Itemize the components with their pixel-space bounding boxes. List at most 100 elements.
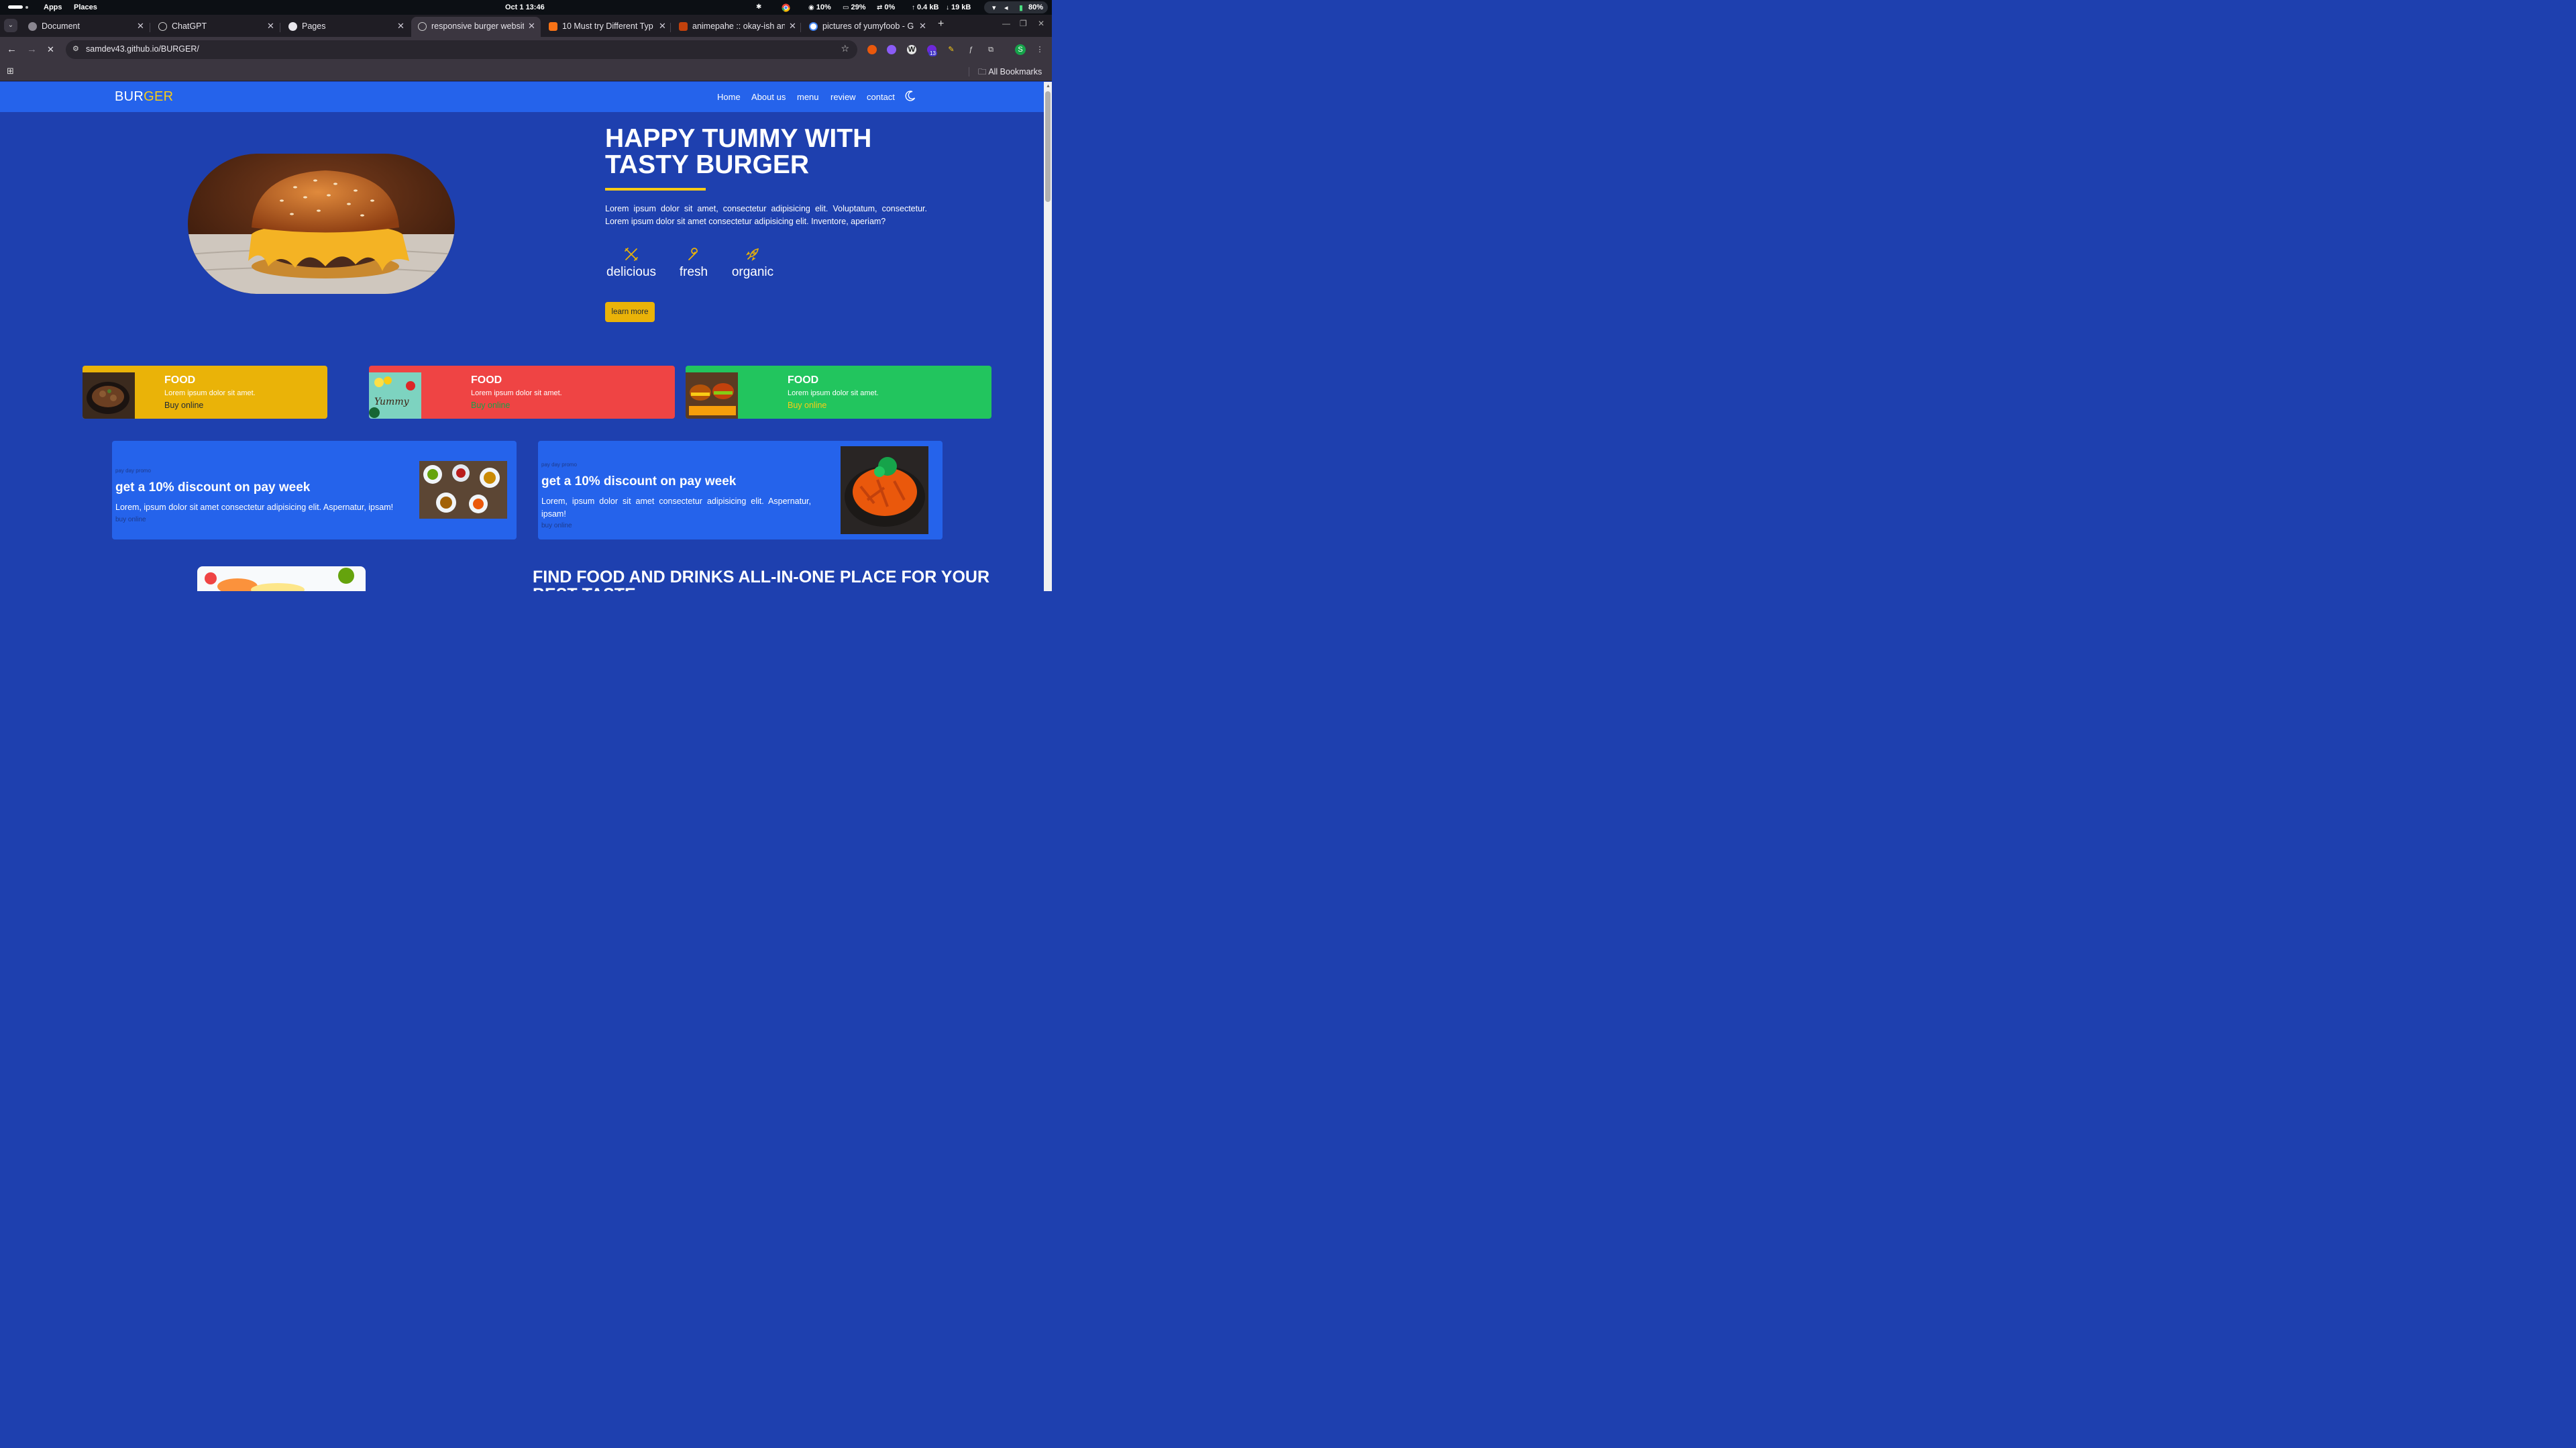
memory-indicator[interactable]: ▭ 29% (843, 3, 865, 11)
tab-pages[interactable]: Pages ✕ (282, 17, 409, 37)
arrow-down-icon: ↓ (946, 3, 949, 11)
learn-more-button[interactable]: learn more (605, 302, 655, 322)
menu-kebab-icon[interactable]: ⋮ (1035, 45, 1044, 54)
forward-icon[interactable]: → (27, 44, 37, 55)
wrench-icon (688, 248, 698, 260)
rocket-icon (746, 248, 759, 261)
site-header: BURGER Home About us menu review contact (0, 82, 1044, 112)
system-top-bar: Apps Places Oct 1 13:46 ✱ ◉ 10% ▭ 29% ⇄ 0% … (0, 0, 1052, 15)
extension-cloud-icon[interactable] (887, 45, 896, 54)
download-indicator[interactable]: ↓ 19 kB (946, 3, 971, 11)
nav-contact[interactable]: contact (867, 92, 895, 102)
workspace-dot[interactable] (25, 6, 28, 9)
nav-review[interactable]: review (830, 92, 856, 102)
back-icon[interactable]: ← (7, 44, 17, 55)
extension-pen-icon[interactable]: ✎ (947, 45, 956, 54)
google-icon (809, 22, 818, 31)
tab-search-button[interactable]: ⌄ (4, 19, 17, 32)
minimize-icon[interactable]: — (1002, 19, 1010, 28)
github-icon (288, 22, 297, 31)
scrollbar-thumb[interactable] (1045, 91, 1051, 202)
tab-google-images[interactable]: pictures of yumyfoob - G ✕ (802, 17, 931, 37)
tab-burger-website[interactable]: responsive burger websit ✕ (411, 17, 541, 37)
close-tab-icon[interactable]: ✕ (397, 21, 405, 32)
workspace-indicator[interactable] (8, 5, 23, 9)
buy-online-link[interactable]: Buy online (164, 401, 203, 410)
extension-badge-count: 13 (928, 50, 937, 56)
close-tab-icon[interactable]: ✕ (789, 21, 796, 32)
buy-online-link[interactable]: buy online (541, 522, 572, 529)
food-card: FOOD Lorem ipsum dolor sit amet. Buy onl… (686, 366, 991, 419)
buy-online-link[interactable]: buy online (115, 516, 146, 523)
profile-avatar[interactable]: S (1015, 44, 1026, 55)
page-scrollbar[interactable]: ▲ (1044, 82, 1052, 591)
system-status-menu[interactable]: ▾ ◂ ▮ 80% (984, 1, 1048, 13)
promo-image (841, 446, 928, 534)
volume-icon: ◂ (1004, 4, 1008, 12)
food-card: Yummy FOOD Lorem ipsum dolor sit amet. B… (369, 366, 675, 419)
apps-grid-icon[interactable]: ⊞ (7, 66, 14, 76)
hero-title: HAPPY TUMMY WITH TASTY BURGER (605, 124, 872, 179)
swap-indicator[interactable]: ⇄ 0% (877, 3, 895, 11)
svg-text:Yummy: Yummy (374, 397, 410, 407)
feature-organic: organic (731, 246, 775, 280)
stop-loading-icon[interactable]: ✕ (47, 44, 54, 55)
extension-fox-icon[interactable] (867, 45, 877, 54)
nav-menu[interactable]: menu (797, 92, 819, 102)
battery-icon: ▮ (1019, 4, 1024, 12)
promo-card: pay day promo get a 10% discount on pay … (112, 441, 517, 539)
extensions-puzzle-icon[interactable]: ⧉ (986, 45, 996, 54)
bookmark-star-icon[interactable]: ☆ (841, 43, 849, 54)
cpu-indicator[interactable]: ◉ 10% (808, 3, 831, 11)
apps-menu[interactable]: Apps (44, 3, 62, 11)
find-food-heading-line2: BEST TASTE (533, 585, 636, 591)
all-bookmarks-button[interactable]: 🗀 All Bookmarks (978, 66, 1042, 80)
dark-mode-moon-icon[interactable] (904, 90, 916, 102)
swap-icon: ⇄ (877, 3, 883, 11)
site-logo[interactable]: BURGER (115, 89, 173, 105)
close-tab-icon[interactable]: ✕ (528, 21, 535, 32)
scroll-up-arrow-icon[interactable]: ▲ (1046, 84, 1051, 89)
bookmarks-bar: ⊞ 🗀 All Bookmarks (0, 62, 1052, 81)
web-page: BURGER Home About us menu review contact (0, 82, 1044, 591)
folder-icon: 🗀 (978, 67, 987, 76)
tab-document[interactable]: Document ✕ (21, 17, 149, 37)
food-card: FOOD Lorem ipsum dolor sit amet. Buy onl… (83, 366, 327, 419)
wifi-icon: ▾ (992, 4, 996, 12)
close-tab-icon[interactable]: ✕ (137, 21, 144, 32)
promo-image (419, 461, 507, 519)
extension-fx-icon[interactable]: ƒ (966, 45, 975, 54)
site-info-icon[interactable]: ⚙ (72, 44, 79, 53)
nav-home[interactable]: Home (717, 92, 741, 102)
buy-online-link[interactable]: Buy online (788, 401, 826, 410)
food-card-image (83, 372, 135, 419)
animepahe-icon (679, 22, 688, 31)
chrome-tray-icon[interactable] (782, 3, 790, 12)
close-tab-icon[interactable]: ✕ (267, 21, 274, 32)
food-card-image (686, 372, 738, 419)
url-text[interactable]: samdev43.github.io/BURGER/ (86, 44, 199, 54)
tab-animepahe[interactable]: animepahe :: okay-ish an ✕ (672, 17, 800, 37)
tab-burger-types[interactable]: 10 Must try Different Typ ✕ (542, 17, 669, 37)
bluetooth-icon[interactable]: ✱ (756, 3, 761, 11)
tab-chatgpt[interactable]: ChatGPT ✕ (152, 17, 279, 37)
memory-icon: ▭ (843, 3, 849, 11)
cpu-icon: ◉ (808, 3, 814, 11)
close-tab-icon[interactable]: ✕ (919, 21, 926, 32)
arrow-up-icon: ↑ (912, 3, 915, 11)
find-food-heading: FIND FOOD AND DRINKS ALL-IN-ONE PLACE FO… (533, 568, 990, 586)
buy-online-link[interactable]: Buy online (471, 401, 510, 410)
nav-about[interactable]: About us (751, 92, 786, 102)
clock[interactable]: Oct 1 13:46 (505, 3, 545, 11)
new-tab-button[interactable]: + (938, 18, 944, 30)
places-menu[interactable]: Places (74, 3, 97, 11)
globe-icon (28, 22, 37, 31)
extension-w-icon[interactable]: W (907, 45, 916, 54)
hero-burger-image (188, 154, 455, 294)
address-bar[interactable]: ⚙ samdev43.github.io/BURGER/ ☆ (66, 40, 857, 59)
battery-percent: 80% (1028, 3, 1044, 11)
upload-indicator[interactable]: ↑ 0.4 kB (912, 3, 938, 11)
close-tab-icon[interactable]: ✕ (659, 21, 666, 32)
close-window-icon[interactable]: ✕ (1038, 19, 1044, 28)
restore-icon[interactable]: ❐ (1020, 19, 1027, 28)
